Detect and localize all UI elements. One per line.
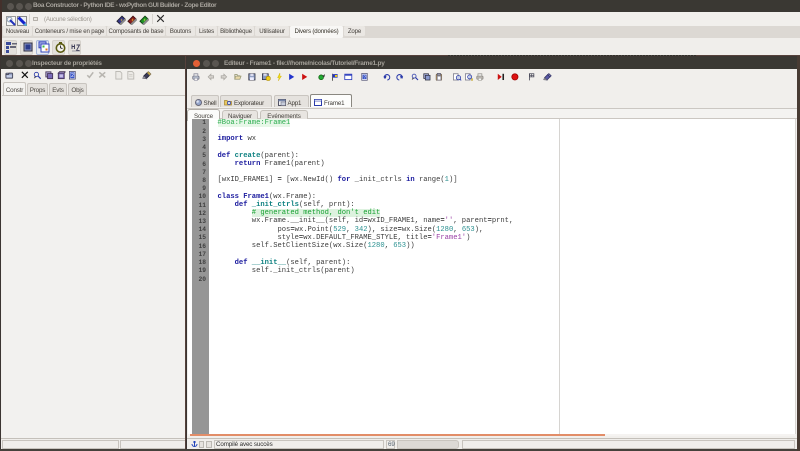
svg-text:?: ? bbox=[363, 75, 366, 80]
svg-text:2: 2 bbox=[71, 73, 74, 79]
